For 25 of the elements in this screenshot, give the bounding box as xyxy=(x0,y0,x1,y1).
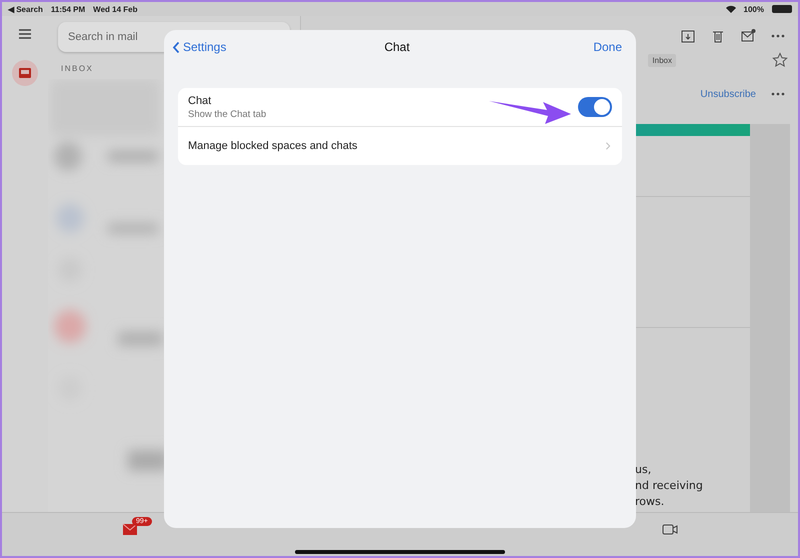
battery-icon xyxy=(772,5,792,13)
wifi-icon xyxy=(726,5,736,13)
archive-icon[interactable] xyxy=(680,28,696,44)
mail-icon[interactable] xyxy=(740,28,756,44)
toggle-switch[interactable] xyxy=(578,97,612,117)
setting-title: Chat xyxy=(188,94,212,106)
email-text: us, xyxy=(635,462,652,478)
done-button[interactable]: Done xyxy=(593,40,622,54)
setting-subtitle: Show the Chat tab xyxy=(188,108,268,120)
back-link[interactable]: ◀ Search xyxy=(8,4,43,14)
status-date: Wed 14 Feb xyxy=(93,4,138,14)
unsubscribe-link[interactable]: Unsubscribe xyxy=(700,88,756,100)
folder-label: INBOX xyxy=(61,64,94,73)
email-text: rows. xyxy=(635,494,666,510)
label-tag: Inbox xyxy=(648,54,676,66)
back-button[interactable]: Settings xyxy=(172,40,384,54)
setting-link[interactable]: Manage blocked spaces and chats xyxy=(188,140,604,152)
inbox-icon[interactable] xyxy=(12,60,38,86)
battery-percent: 100% xyxy=(744,4,764,14)
mail-tab-icon[interactable] xyxy=(122,521,138,537)
dialog-title: Chat xyxy=(384,40,410,54)
email-text: nd receiving xyxy=(635,478,704,494)
star-icon[interactable] xyxy=(772,52,788,68)
back-chevron-icon xyxy=(172,40,180,54)
status-time: 11:54 PM xyxy=(50,4,86,14)
